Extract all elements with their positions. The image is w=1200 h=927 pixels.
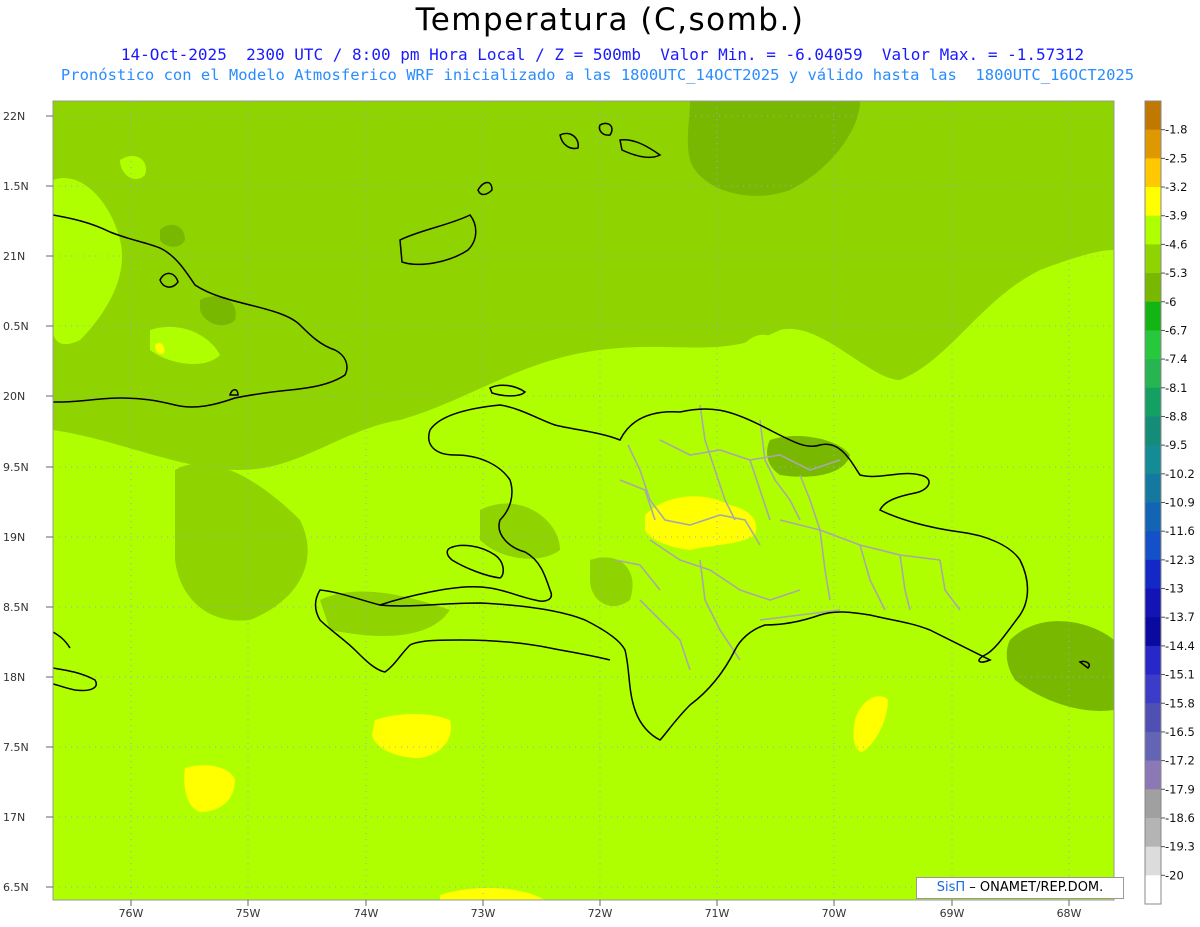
colorbar-label: -12.3 xyxy=(1165,553,1195,567)
colorbar-swatch xyxy=(1145,416,1161,446)
colorbar-swatch xyxy=(1145,760,1161,790)
colorbar-swatch xyxy=(1145,445,1161,475)
colorbar-swatch xyxy=(1145,187,1161,217)
colorbar-label: -13.7 xyxy=(1165,610,1195,624)
lon-label: 68W xyxy=(1057,907,1082,920)
colorbar-label: -17.9 xyxy=(1165,782,1195,796)
colorbar-swatch xyxy=(1145,158,1161,188)
colorbar-label: -19.3 xyxy=(1165,840,1195,854)
colorbar-swatch xyxy=(1145,244,1161,274)
colorbar-label: -14.4 xyxy=(1165,639,1195,653)
colorbar-swatch xyxy=(1145,330,1161,360)
lat-label: 9.5N xyxy=(3,461,29,474)
colorbar-swatch xyxy=(1145,875,1161,905)
credit-box: SisΠ – ONAMET/REP.DOM. xyxy=(916,877,1124,899)
colorbar-label: -4.6 xyxy=(1165,237,1187,251)
weather-map: 22N 1.5N 21N 0.5N 20N 9.5N 19N 8.5N 18N … xyxy=(3,100,1195,920)
lat-label: 0.5N xyxy=(3,320,29,333)
lat-label: 18N xyxy=(3,671,25,684)
lat-label: 1.5N xyxy=(3,180,29,193)
lon-label: 73W xyxy=(471,907,496,920)
colorbar-label: -3.2 xyxy=(1165,180,1187,194)
lon-label: 75W xyxy=(236,907,261,920)
lon-label: 74W xyxy=(354,907,379,920)
lon-label: 70W xyxy=(822,907,847,920)
latitude-labels: 22N 1.5N 21N 0.5N 20N 9.5N 19N 8.5N 18N … xyxy=(3,110,53,894)
credit-text: – ONAMET/REP.DOM. xyxy=(965,880,1104,895)
colorbar-label: -16.5 xyxy=(1165,725,1195,739)
colorbar-label: -20 xyxy=(1165,868,1184,882)
colorbar-swatch xyxy=(1145,215,1161,245)
colorbar-label: -15.8 xyxy=(1165,696,1195,710)
lat-label: 19N xyxy=(3,531,25,544)
lat-label: 7.5N xyxy=(3,741,29,754)
longitude-labels: 76W 75W 74W 73W 72W 71W 70W 69W 68W xyxy=(119,900,1082,920)
colorbar-label: -10.9 xyxy=(1165,496,1195,510)
colorbar-label: -13 xyxy=(1165,582,1184,596)
colorbar-swatch xyxy=(1145,846,1161,876)
colorbar-label: -15.1 xyxy=(1165,668,1195,682)
colorbar-label: -6.7 xyxy=(1165,323,1187,337)
colorbar-label: -6 xyxy=(1165,295,1176,309)
colorbar-label: -5.3 xyxy=(1165,266,1187,280)
colorbar-swatch xyxy=(1145,387,1161,417)
lon-label: 69W xyxy=(940,907,965,920)
colorbar: -1.8 -2.5 -3.2 -3.9 -4.6 -5.3 -6 -6.7 -7.4 -8.1 -8… xyxy=(1144,100,1195,905)
colorbar-label: -17.2 xyxy=(1165,754,1195,768)
colorbar-swatch xyxy=(1145,674,1161,704)
colorbar-label: -9.5 xyxy=(1165,438,1187,452)
lat-label: 21N xyxy=(3,250,25,263)
colorbar-swatch xyxy=(1145,101,1161,131)
colorbar-swatch xyxy=(1145,703,1161,733)
colorbar-swatch xyxy=(1145,817,1161,848)
lon-label: 72W xyxy=(588,907,613,920)
colorbar-swatch xyxy=(1145,617,1161,647)
colorbar-label: -2.5 xyxy=(1165,151,1187,165)
colorbar-label: -8.8 xyxy=(1165,409,1187,423)
colorbar-label: -11.6 xyxy=(1165,524,1195,538)
lat-label: 6.5N xyxy=(3,881,29,894)
colorbar-swatch xyxy=(1145,559,1161,590)
colorbar-swatch xyxy=(1145,588,1161,618)
colorbar-label: -10.2 xyxy=(1165,467,1195,481)
lat-label: 20N xyxy=(3,390,25,403)
colorbar-label: -8.1 xyxy=(1165,381,1187,395)
lon-label: 76W xyxy=(119,907,144,920)
lon-label: 71W xyxy=(705,907,730,920)
colorbar-swatch xyxy=(1145,502,1161,532)
colorbar-swatch xyxy=(1145,273,1161,303)
colorbar-swatch xyxy=(1145,301,1161,331)
temperature-field xyxy=(53,101,1114,900)
colorbar-swatch xyxy=(1145,731,1161,762)
colorbar-swatch xyxy=(1145,531,1161,561)
colorbar-swatch xyxy=(1145,789,1161,819)
colorbar-label: -7.4 xyxy=(1165,352,1187,366)
lat-label: 17N xyxy=(3,811,25,824)
colorbar-label: -1.8 xyxy=(1165,123,1187,137)
colorbar-label: -18.6 xyxy=(1165,811,1195,825)
lat-label: 8.5N xyxy=(3,601,29,614)
colorbar-swatch xyxy=(1145,129,1161,159)
lat-label: 22N xyxy=(3,110,25,123)
colorbar-swatch xyxy=(1145,359,1161,389)
colorbar-swatch xyxy=(1145,473,1161,503)
brand-logo: SisΠ xyxy=(936,880,966,895)
colorbar-swatch xyxy=(1145,645,1161,676)
colorbar-label: -3.9 xyxy=(1165,209,1187,223)
